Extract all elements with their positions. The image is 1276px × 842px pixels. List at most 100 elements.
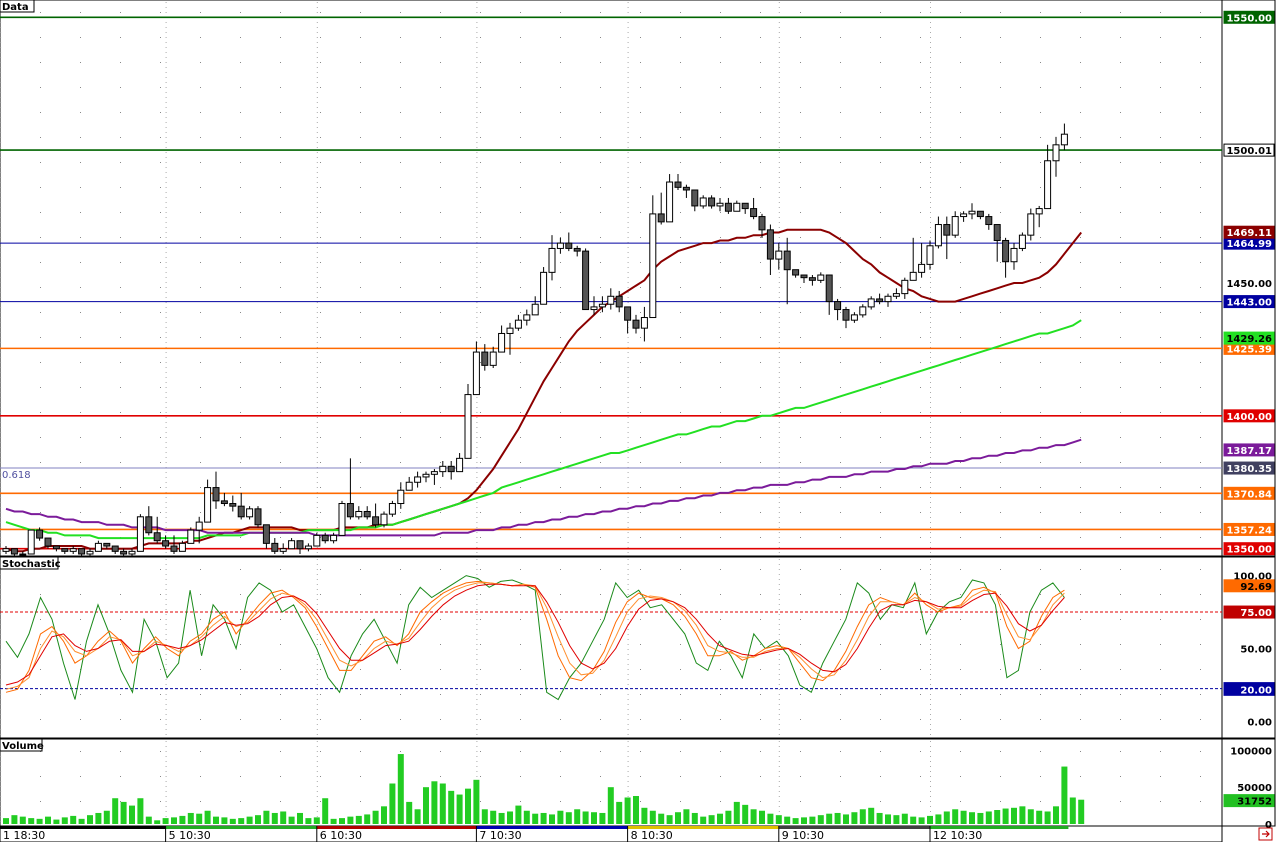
day-separator <box>930 669 931 670</box>
grid-dot <box>320 751 321 752</box>
grid-dot <box>800 187 801 188</box>
day-separator <box>0 27 2 28</box>
volume-bar <box>322 798 329 824</box>
grid-dot <box>1200 212 1201 213</box>
grid-dot <box>840 237 841 238</box>
grid-dot <box>720 87 721 88</box>
day-separator <box>0 624 2 625</box>
candle-body <box>808 277 816 281</box>
day-separator <box>930 569 931 570</box>
grid-dot <box>840 262 841 263</box>
day-separator <box>627 746 629 747</box>
grid-dot <box>800 387 801 388</box>
day-separator <box>165 639 167 640</box>
grid-dot <box>640 537 641 538</box>
grid-dot <box>640 87 641 88</box>
grid-dot <box>520 669 521 670</box>
day-separator <box>316 222 318 223</box>
grid-dot <box>360 262 361 263</box>
grid-dot <box>1000 12 1001 13</box>
day-separator <box>778 377 780 378</box>
day-separator <box>476 614 478 615</box>
day-separator <box>778 796 780 797</box>
day-separator <box>778 132 780 133</box>
day-separator <box>0 477 2 478</box>
grid-dot <box>880 694 881 695</box>
day-separator <box>165 132 167 133</box>
day-separator <box>476 761 478 762</box>
day-separator <box>627 594 629 595</box>
grid-dot <box>1160 776 1161 777</box>
day-separator <box>476 182 478 183</box>
grid-dot <box>520 62 521 63</box>
day-separator <box>476 237 478 238</box>
grid-dot <box>240 362 241 363</box>
grid-dot <box>400 87 401 88</box>
grid-dot <box>440 512 441 513</box>
day-separator <box>316 569 318 570</box>
day-separator <box>778 112 780 113</box>
day-separator <box>778 197 780 198</box>
day-separator <box>0 207 2 208</box>
grid-dot <box>1120 719 1121 720</box>
grid-dot <box>920 162 921 163</box>
grid-dot <box>160 62 161 63</box>
grid-dot <box>520 619 521 620</box>
candle-body <box>615 295 623 308</box>
grid-dot <box>800 619 801 620</box>
grid-dot <box>640 337 641 338</box>
day-separator <box>165 37 167 38</box>
day-separator <box>476 624 478 625</box>
day-separator <box>476 442 478 443</box>
grid-dot <box>200 751 201 752</box>
candle-body <box>212 487 220 502</box>
grid-dot <box>1040 751 1041 752</box>
grid-dot <box>560 487 561 488</box>
day-separator <box>165 579 167 580</box>
grid-dot <box>720 162 721 163</box>
grid-dot <box>600 187 601 188</box>
grid-dot <box>1080 312 1081 313</box>
volume-bar <box>103 810 110 824</box>
grid-dot <box>800 312 801 313</box>
day-separator <box>778 604 780 605</box>
grid-dot <box>1200 512 1201 513</box>
day-separator <box>0 791 2 792</box>
day-separator <box>778 771 780 772</box>
grid-dot <box>840 362 841 363</box>
grid-dot <box>920 594 921 595</box>
grid-dot <box>960 112 961 113</box>
grid-dot <box>120 694 121 695</box>
day-separator <box>476 599 478 600</box>
price-tag: 1550.00 <box>1226 13 1272 24</box>
day-separator <box>627 197 629 198</box>
grid-dot <box>920 112 921 113</box>
day-separator <box>316 252 318 253</box>
day-separator <box>476 569 478 570</box>
candle-body <box>918 263 926 273</box>
grid-dot <box>1120 237 1121 238</box>
candle-body <box>481 351 489 366</box>
grid-dot <box>960 619 961 620</box>
day-separator <box>476 222 478 223</box>
volume-bar <box>616 801 623 824</box>
candle-body <box>607 295 615 305</box>
candle-body <box>355 510 363 518</box>
day-separator <box>0 287 2 288</box>
grid-dot <box>920 462 921 463</box>
volume-bar <box>423 787 429 824</box>
day-separator <box>930 694 931 695</box>
grid-dot <box>360 162 361 163</box>
chart-window: 0.618 1450.00 1550.00 1500.01 1464.99 1443.00… <box>0 0 1276 842</box>
day-separator <box>778 437 780 438</box>
day-separator <box>627 407 629 408</box>
volume-bar <box>246 816 253 824</box>
day-separator <box>930 776 931 777</box>
grid-dot <box>840 719 841 720</box>
grid-dot <box>960 62 961 63</box>
day-separator <box>0 796 2 797</box>
grid-dot <box>520 569 521 570</box>
grid-dot <box>480 669 481 670</box>
grid-dot <box>40 312 41 313</box>
grid-dot <box>1080 462 1081 463</box>
